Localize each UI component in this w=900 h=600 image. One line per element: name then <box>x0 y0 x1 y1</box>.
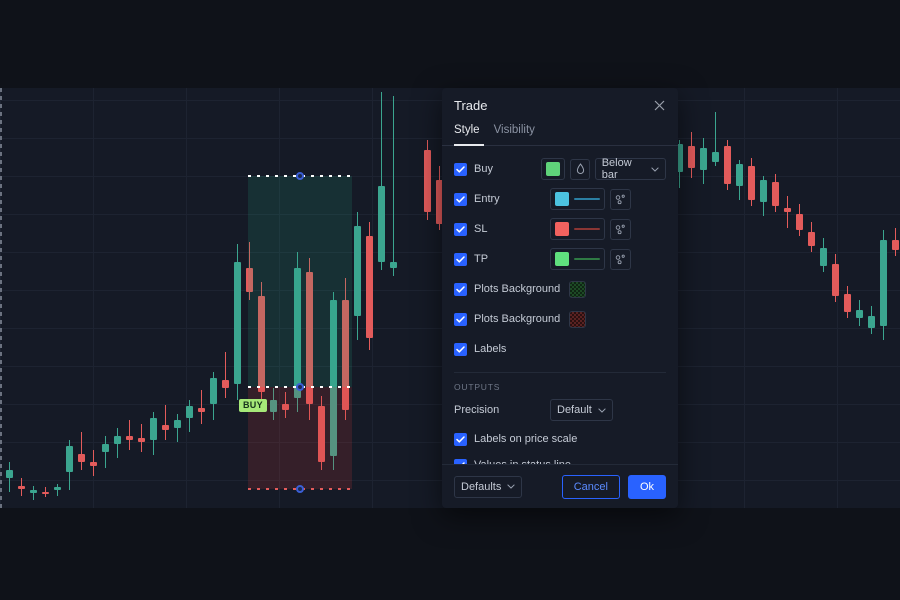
checker-swatch-red[interactable] <box>569 310 587 328</box>
dotted-circles-icon[interactable] <box>610 218 631 240</box>
take-profit-zone[interactable] <box>248 176 352 387</box>
trade-settings-dialog: Trade Style Visibility Buy Below bar Ent… <box>442 88 678 508</box>
label-labels-on-price-scale: Labels on price scale <box>474 433 578 445</box>
select-precision[interactable]: Default <box>550 399 613 421</box>
select-precision-value: Default <box>557 404 592 416</box>
checkbox-plots-background-red[interactable] <box>454 312 467 326</box>
color-swatch-entry[interactable] <box>550 188 605 210</box>
row-plots-background-red: Plots Background <box>454 306 666 332</box>
label-precision: Precision <box>454 404 500 416</box>
chevron-down-icon <box>598 407 606 413</box>
select-buy-position[interactable]: Below bar <box>594 157 666 181</box>
defaults-dropdown[interactable]: Defaults <box>454 475 523 498</box>
line-preview-sl <box>574 228 600 230</box>
row-precision: Precision Default <box>454 399 666 421</box>
color-swatch-sl[interactable] <box>550 218 605 240</box>
label-plots-background-green: Plots Background <box>474 283 561 295</box>
checkbox-plots-background-green[interactable] <box>454 282 467 296</box>
swatch-color-buy <box>546 162 561 176</box>
row-labels: Labels <box>454 336 666 362</box>
checkbox-entry[interactable] <box>454 192 467 206</box>
select-buy-position-value: Below bar <box>601 157 632 181</box>
label-sl: SL <box>474 223 488 235</box>
row-sl: SL <box>454 216 666 242</box>
tab-style[interactable]: Style <box>454 122 480 145</box>
color-swatch-tp[interactable] <box>550 248 605 270</box>
entry-handle[interactable] <box>296 383 304 391</box>
dialog-header: Trade <box>442 88 678 122</box>
checkbox-tp[interactable] <box>454 252 467 266</box>
marker-shape-icon[interactable] <box>570 158 590 180</box>
checkbox-labels[interactable] <box>454 342 467 356</box>
cancel-button[interactable]: Cancel <box>561 474 620 499</box>
row-values-in-status-line: Values in status line <box>454 454 666 464</box>
ok-button[interactable]: Ok <box>627 474 666 499</box>
dialog-body: Buy Below bar Entry SL TP Plots Backgrou… <box>442 146 678 464</box>
swatch-color-tp <box>555 252 569 266</box>
checker-swatch-green[interactable] <box>569 280 587 298</box>
buy-label-badge: BUY <box>239 399 267 412</box>
label-buy: Buy <box>474 163 493 175</box>
checkbox-buy[interactable] <box>454 162 467 176</box>
stop-loss-handle[interactable] <box>296 485 304 493</box>
swatch-color-entry <box>555 192 569 206</box>
tab-visibility[interactable]: Visibility <box>494 122 535 145</box>
label-tp: TP <box>474 253 489 265</box>
checkbox-sl[interactable] <box>454 222 467 236</box>
row-entry: Entry <box>454 186 666 212</box>
checkbox-labels-on-price-scale[interactable] <box>454 432 467 446</box>
row-buy: Buy Below bar <box>454 156 666 182</box>
row-tp: TP <box>454 246 666 272</box>
close-icon[interactable] <box>650 96 668 114</box>
chevron-down-icon <box>651 166 659 172</box>
line-preview-tp <box>574 258 600 260</box>
label-entry: Entry <box>474 193 500 205</box>
dotted-circles-icon[interactable] <box>610 188 631 210</box>
row-plots-background-green: Plots Background <box>454 276 666 302</box>
label-labels: Labels <box>474 343 507 355</box>
color-swatch-buy[interactable] <box>541 158 566 180</box>
label-plots-background-red: Plots Background <box>474 313 561 325</box>
dialog-footer: Defaults Cancel Ok <box>442 464 678 508</box>
dialog-tabs: Style Visibility <box>442 122 678 146</box>
dotted-circles-icon[interactable] <box>610 248 631 270</box>
swatch-color-sl <box>555 222 569 236</box>
take-profit-handle[interactable] <box>296 172 304 180</box>
dialog-title: Trade <box>454 97 488 113</box>
line-preview-entry <box>574 198 600 200</box>
chevron-down-icon <box>507 484 516 489</box>
section-title-outputs: OUTPUTS <box>454 372 666 392</box>
defaults-label: Defaults <box>461 480 502 493</box>
row-labels-on-price-scale: Labels on price scale <box>454 428 666 450</box>
